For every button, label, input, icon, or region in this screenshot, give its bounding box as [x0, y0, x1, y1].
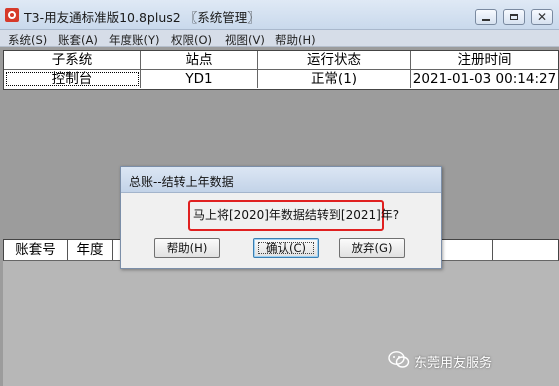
help-button[interactable]: 帮助(H)	[154, 238, 220, 258]
dialog-title-bar[interactable]: 总账--结转上年数据	[121, 167, 441, 193]
watermark: 东莞用友服务	[388, 351, 493, 372]
cell-status[interactable]: 正常(1)	[258, 70, 411, 88]
maximize-icon	[510, 14, 518, 20]
confirm-button-label: 确认(C)	[265, 241, 306, 255]
column-header-account-no[interactable]: 账套号	[4, 240, 68, 260]
menu-system[interactable]: 系统(S)	[8, 32, 47, 48]
column-header-year[interactable]: 年度	[68, 240, 113, 260]
window-title: T3-用友通标准版10.8plus2 〖系统管理〗	[24, 10, 260, 25]
carry-forward-dialog: 总账--结转上年数据 马上将[2020]年数据结转到[2021]年? 帮助(H)…	[120, 166, 442, 269]
maximize-button[interactable]	[503, 9, 525, 25]
subsystem-grid: 子系统 站点 运行状态 注册时间 控制台 YD1 正常(1) 2021-01-0…	[3, 50, 559, 90]
menu-year-account[interactable]: 年度账(Y)	[109, 32, 160, 48]
grid-header-row: 子系统 站点 运行状态 注册时间	[4, 51, 558, 70]
minimize-button[interactable]	[475, 9, 497, 25]
watermark-text: 东莞用友服务	[414, 356, 493, 371]
title-bar: T3-用友通标准版10.8plus2 〖系统管理〗 ✕	[0, 0, 559, 30]
close-icon: ✕	[536, 10, 548, 24]
menu-bar: 系统(S) 账套(A) 年度账(Y) 权限(O) 视图(V) 帮助(H)	[0, 30, 559, 47]
dialog-title: 总账--结转上年数据	[129, 175, 234, 189]
column-header-site[interactable]: 站点	[141, 51, 258, 69]
table-row[interactable]: 控制台 YD1 正常(1) 2021-01-03 00:14:27	[4, 70, 558, 89]
column-header-subsystem[interactable]: 子系统	[4, 51, 141, 69]
cancel-button[interactable]: 放弃(G)	[339, 238, 405, 258]
cell-subsystem[interactable]: 控制台	[4, 70, 141, 88]
wechat-icon	[388, 351, 410, 368]
menu-view[interactable]: 视图(V)	[225, 32, 265, 48]
menu-permission[interactable]: 权限(O)	[171, 32, 212, 48]
cell-login-time[interactable]: 2021-01-03 00:14:27	[411, 70, 558, 88]
close-button[interactable]: ✕	[531, 9, 553, 25]
column-header-login-time[interactable]: 注册时间	[411, 51, 558, 69]
column-header-status[interactable]: 运行状态	[258, 51, 411, 69]
cell-site[interactable]: YD1	[141, 70, 258, 88]
menu-help[interactable]: 帮助(H)	[275, 32, 316, 48]
confirm-button[interactable]: 确认(C)	[253, 238, 319, 258]
menu-account-set[interactable]: 账套(A)	[58, 32, 98, 48]
app-logo-icon	[5, 8, 19, 22]
minimize-icon	[482, 19, 490, 21]
dialog-message: 马上将[2020]年数据结转到[2021]年?	[193, 208, 400, 222]
